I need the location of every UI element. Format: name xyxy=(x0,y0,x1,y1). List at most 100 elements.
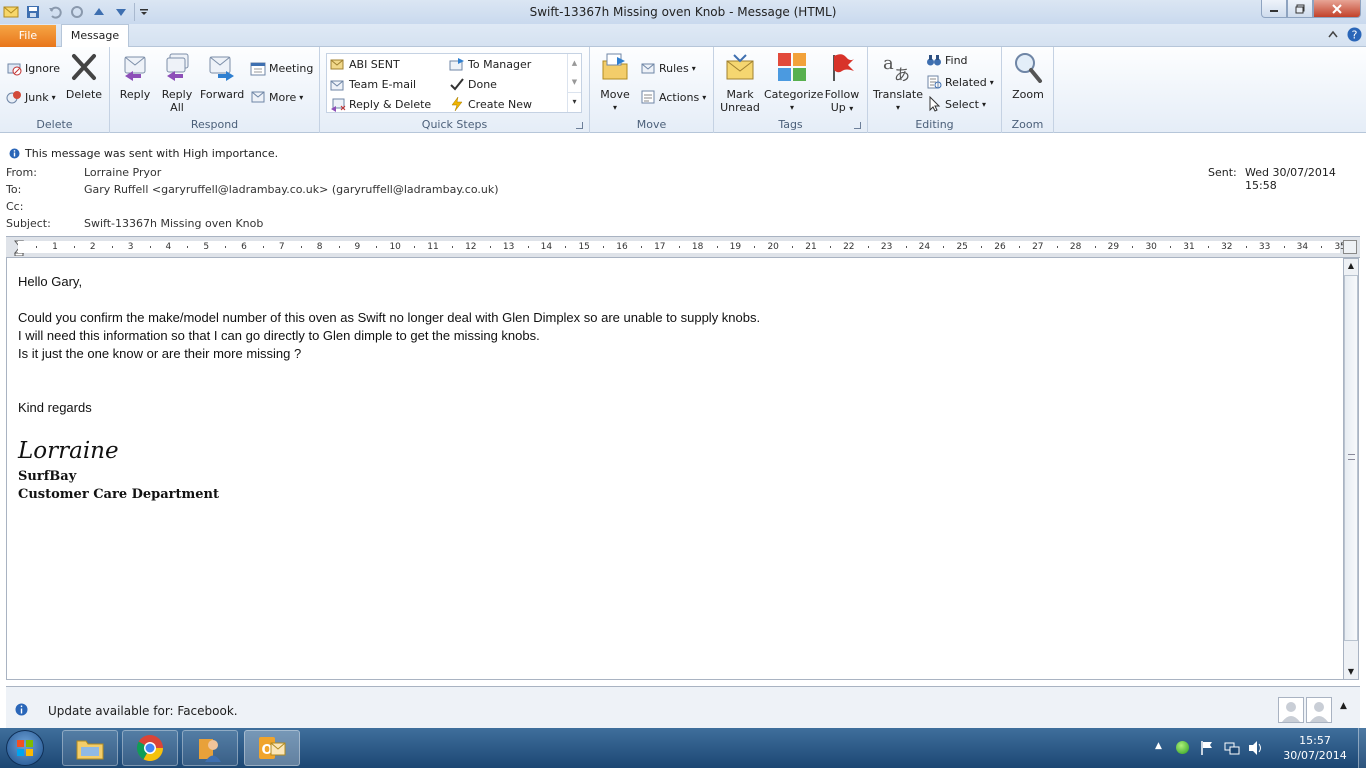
translate-button[interactable]: aあ Translate ▾ xyxy=(872,51,924,114)
quick-step-abi-sent[interactable]: ABI SENT xyxy=(330,55,400,73)
update-notice[interactable]: Update available for: Facebook. xyxy=(48,704,238,718)
gallery-down-icon[interactable]: ▼ xyxy=(568,73,581,92)
ruler-tick xyxy=(829,246,831,248)
ruler-mark: 32 xyxy=(1221,242,1233,252)
team-email-icon xyxy=(330,80,344,91)
ruler-mark: 29 xyxy=(1107,242,1120,252)
expand-people-pane-icon[interactable]: ▲ xyxy=(1340,701,1347,711)
help-icon[interactable]: ? xyxy=(1347,27,1362,45)
quick-step-create-new[interactable]: Create New xyxy=(449,95,532,113)
clock-time: 15:57 xyxy=(1299,734,1331,747)
subject-value: Swift-13367h Missing oven Knob xyxy=(84,217,264,230)
status-green-icon[interactable] xyxy=(1176,741,1189,754)
meeting-button[interactable]: Meeting xyxy=(250,59,313,77)
dropdown-arrow-icon: ▾ xyxy=(299,92,304,102)
ruler-toggle-icon[interactable] xyxy=(1343,240,1357,254)
taskbar-chrome[interactable] xyxy=(122,730,178,766)
forward-button[interactable]: Forward xyxy=(200,51,244,101)
actions-button[interactable]: Actions ▾ xyxy=(640,88,706,106)
ruler-tick xyxy=(1207,246,1209,248)
quick-step-reply-delete[interactable]: Reply & Delete xyxy=(330,95,431,113)
ruler-mark: 9 xyxy=(354,242,361,252)
ruler-mark: 19 xyxy=(729,242,742,252)
to-label: To: xyxy=(6,183,22,196)
svg-text:?: ? xyxy=(1352,29,1358,42)
red-flag-icon xyxy=(833,54,854,81)
signature-name: Lorraine xyxy=(18,438,119,464)
rules-button[interactable]: Rules ▾ xyxy=(640,59,696,77)
mark-unread-button[interactable]: Mark Unread xyxy=(718,51,762,114)
svg-text:a: a xyxy=(883,53,894,74)
categorize-button[interactable]: Categorize ▾ xyxy=(764,51,823,114)
collapse-ribbon-icon[interactable] xyxy=(1327,29,1339,42)
reply-icon xyxy=(124,56,146,81)
importance-text: This message was sent with High importan… xyxy=(25,147,279,160)
related-button[interactable]: Related ▾ xyxy=(926,73,994,91)
ruler-mark: 20 xyxy=(767,242,779,252)
info-icon xyxy=(15,703,28,719)
ruler-mark: 28 xyxy=(1069,242,1082,252)
show-hidden-icons-icon[interactable]: ▲ xyxy=(1155,741,1162,751)
group-quick-steps: ABI SENT Team E-mail Reply & Delete To M… xyxy=(320,47,590,133)
more-icon xyxy=(251,91,265,103)
reply-delete-icon xyxy=(331,98,346,112)
speaker-icon[interactable] xyxy=(1247,740,1265,759)
ruler-tick xyxy=(678,246,680,248)
ruler-mark: 6 xyxy=(241,242,247,252)
ruler-tick xyxy=(73,246,75,248)
tab-file[interactable]: File xyxy=(0,25,56,47)
taskbar-explorer[interactable] xyxy=(62,730,118,766)
ruler-tick xyxy=(1170,246,1172,248)
zoom-button[interactable]: Zoom xyxy=(1008,51,1048,101)
scroll-up-icon[interactable]: ▲ xyxy=(1344,259,1358,273)
action-center-flag-icon[interactable] xyxy=(1200,740,1214,759)
junk-button[interactable]: Junk ▾ xyxy=(6,88,56,106)
group-label-quick-steps: Quick Steps xyxy=(421,118,488,131)
to-value[interactable]: Gary Ruffell <garyruffell@ladrambay.co.u… xyxy=(84,183,498,196)
move-button[interactable]: Move ▾ xyxy=(596,51,634,114)
follow-up-button[interactable]: Follow Up ▾ xyxy=(822,51,862,115)
taskbar-contacts-app[interactable] xyxy=(182,730,238,766)
from-value[interactable]: Lorraine Pryor xyxy=(84,166,161,179)
tab-message[interactable]: Message xyxy=(61,24,129,48)
related-icon xyxy=(927,75,942,89)
more-respond-button[interactable]: More ▾ xyxy=(250,88,303,106)
quick-step-team-email[interactable]: Team E-mail xyxy=(330,75,416,93)
gallery-up-icon[interactable]: ▲ xyxy=(568,54,581,73)
ruler-tick xyxy=(36,246,38,248)
gallery-more-icon[interactable]: ▾ xyxy=(568,92,581,110)
ruler[interactable]: 1 2 3 4 5 6 7 8 9 10 11 12 13 14 15 16 17 18 19 20 21 22 23 24 2… xyxy=(6,236,1360,258)
find-button[interactable]: Find xyxy=(926,51,968,69)
scroll-down-icon[interactable]: ▼ xyxy=(1344,665,1358,679)
maximize-button[interactable] xyxy=(1287,0,1313,18)
message-header: This message was sent with High importan… xyxy=(0,133,1366,236)
network-icon[interactable] xyxy=(1224,740,1240,759)
greeting: Hello Gary, xyxy=(18,274,83,289)
people-bar: Update available for: Facebook. ▲ xyxy=(6,686,1360,728)
gallery-scroll[interactable]: ▲ ▼ ▾ xyxy=(567,54,581,112)
magnifier-icon xyxy=(1015,53,1042,83)
contact-avatar[interactable] xyxy=(1306,697,1332,723)
start-button[interactable] xyxy=(6,730,44,766)
rules-icon xyxy=(641,63,655,74)
select-button[interactable]: Select ▾ xyxy=(926,95,986,113)
message-body[interactable]: Hello Gary, Could you confirm the make/m… xyxy=(6,258,1344,680)
scroll-thumb[interactable] xyxy=(1344,275,1358,641)
quick-step-to-manager[interactable]: To Manager xyxy=(449,55,531,73)
clock-date: 30/07/2014 xyxy=(1283,749,1347,762)
quick-step-done[interactable]: Done xyxy=(449,75,497,93)
quick-step-label: Reply & Delete xyxy=(349,97,432,111)
show-desktop-button[interactable] xyxy=(1358,728,1366,768)
reply-all-button[interactable]: Reply All xyxy=(158,51,196,114)
reply-button[interactable]: Reply xyxy=(116,51,154,101)
people-app-icon xyxy=(199,739,221,762)
delete-button[interactable]: Delete xyxy=(64,51,104,101)
system-clock[interactable]: 15:57 30/07/2014 xyxy=(1275,733,1355,763)
close-button[interactable] xyxy=(1313,0,1361,18)
ignore-button[interactable]: Ignore xyxy=(6,59,60,77)
cursor-arrow-icon xyxy=(929,96,941,112)
vertical-scrollbar[interactable]: ▲ ▼ xyxy=(1343,258,1359,680)
taskbar-outlook[interactable]: O xyxy=(244,730,300,766)
minimize-button[interactable] xyxy=(1261,0,1287,18)
contact-avatar[interactable] xyxy=(1278,697,1304,723)
